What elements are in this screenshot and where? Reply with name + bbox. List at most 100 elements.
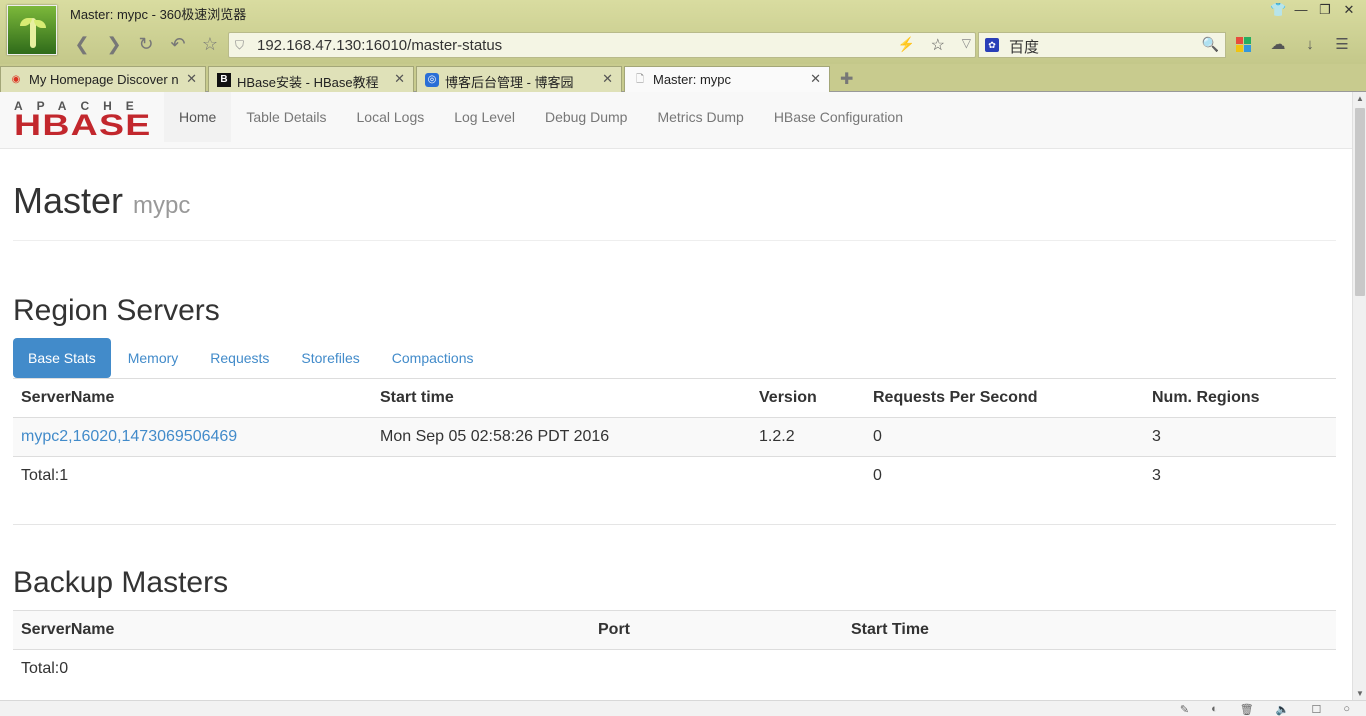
close-tab-icon[interactable]: ✕ <box>186 71 197 87</box>
column-header: Start Time <box>843 610 1336 650</box>
close-tab-icon[interactable]: ✕ <box>394 71 405 87</box>
cell-version: 1.2.2 <box>751 417 865 457</box>
nav-table-details[interactable]: Table Details <box>231 92 341 142</box>
back-button[interactable]: ❮ <box>70 33 94 57</box>
address-bar[interactable]: ⛉ 192.168.47.130:16010/master-status ⚡ ☆… <box>228 32 976 58</box>
search-box[interactable]: ✿ 百度 🔍 <box>978 32 1226 58</box>
trash-icon[interactable]: 🗑 <box>1240 703 1254 716</box>
close-window-button[interactable]: ✕ <box>1342 2 1356 18</box>
tab-master-mypc[interactable]: 🗋 Master: mypc ✕ <box>624 66 830 92</box>
apps-grid-icon[interactable] <box>1236 35 1256 55</box>
table-header-row: ServerName Port Start Time <box>13 610 1336 650</box>
zoom-icon[interactable]: ○ <box>1343 703 1350 716</box>
page-scrollbar[interactable]: ▲ ▼ <box>1352 92 1366 700</box>
download-icon[interactable]: ↓ <box>1300 35 1320 55</box>
region-servers-tabs: Base Stats Memory Requests Storefiles Co… <box>13 338 490 378</box>
favorites-button[interactable]: ☆ <box>198 33 222 57</box>
table-header-row: ServerName Start time Version Requests P… <box>13 378 1336 418</box>
backup-masters-table: ServerName Port Start Time Total:0 <box>13 610 1336 689</box>
nav-debug-dump[interactable]: Debug Dump <box>530 92 643 142</box>
tab-label: Master: mypc <box>653 72 732 87</box>
url-dropdown-icon[interactable]: ▽ <box>962 36 971 50</box>
tab-label: HBase安装 - HBase教程 <box>237 75 379 90</box>
baidu-icon: ✿ <box>985 38 999 52</box>
scroll-down-icon[interactable]: ▼ <box>1356 689 1364 698</box>
page-content: APACHE HBASE Home Table Details Local Lo… <box>0 92 1352 700</box>
tab-requests[interactable]: Requests <box>195 338 284 378</box>
total-label: Total:0 <box>13 649 590 689</box>
nav-home[interactable]: Home <box>164 92 232 142</box>
table-total-row: Total:0 <box>13 649 1336 689</box>
window-title: Master: mypc - 360极速浏览器 <box>70 7 247 22</box>
page-icon: 🗋 <box>635 74 645 85</box>
forward-button[interactable]: ❯ <box>102 33 126 57</box>
column-header: ServerName <box>13 378 372 418</box>
tab-storefiles[interactable]: Storefiles <box>286 338 374 378</box>
tab-my-homepage[interactable]: ◉ My Homepage Discover n ✕ <box>0 66 206 92</box>
column-header: Num. Regions <box>1144 378 1336 418</box>
url-text[interactable]: 192.168.47.130:16010/master-status <box>257 37 502 54</box>
hbase-navbar: APACHE HBASE Home Table Details Local Lo… <box>0 92 1352 149</box>
tab-memory[interactable]: Memory <box>113 338 194 378</box>
menu-icon[interactable]: ☰ <box>1332 35 1352 55</box>
volume-icon[interactable]: 🔈 <box>1276 703 1290 716</box>
scroll-thumb[interactable] <box>1355 108 1365 296</box>
accelerate-icon[interactable]: ◐ <box>1211 703 1218 716</box>
minimize-button[interactable]: — <box>1294 2 1308 18</box>
cell-rps: 0 <box>865 417 1144 457</box>
hbase-logo[interactable]: APACHE HBASE <box>14 99 150 141</box>
page-title: Master mypc <box>13 180 191 221</box>
total-regions: 3 <box>1144 456 1336 496</box>
nav-metrics-dump[interactable]: Metrics Dump <box>642 92 758 142</box>
nav-local-logs[interactable]: Local Logs <box>342 92 440 142</box>
backup-masters-heading: Backup Masters <box>13 566 229 599</box>
tab-bar: ◉ My Homepage Discover n ✕ B HBase安装 - H… <box>0 64 1366 92</box>
cloud-icon[interactable]: ☁ <box>1268 35 1288 55</box>
column-header: Port <box>590 610 843 650</box>
table-row: mypc2,16020,1473069506469 Mon Sep 05 02:… <box>13 417 1336 457</box>
tab-base-stats[interactable]: Base Stats <box>13 338 111 378</box>
total-rps: 0 <box>865 456 1144 496</box>
tool-icon[interactable]: ✎ <box>1180 703 1189 716</box>
security-shield-icon: ⛉ <box>235 38 245 52</box>
column-header: ServerName <box>13 610 590 650</box>
b-icon: B <box>217 73 231 87</box>
search-icon[interactable]: 🔍 <box>1202 36 1219 53</box>
tab-label: My Homepage Discover n <box>29 72 179 87</box>
column-header: Requests Per Second <box>865 378 1144 418</box>
speed-mode-icon[interactable]: ⚡ <box>898 36 915 53</box>
new-tab-button[interactable]: ✚ <box>840 69 853 89</box>
reload-button[interactable]: ↻ <box>134 33 158 57</box>
maximize-button[interactable]: ❐ <box>1318 2 1332 18</box>
tab-compactions[interactable]: Compactions <box>377 338 489 378</box>
nav-hbase-configuration[interactable]: HBase Configuration <box>759 92 918 142</box>
close-tab-icon[interactable]: ✕ <box>602 71 613 87</box>
cell-regions: 3 <box>1144 417 1336 457</box>
close-tab-icon[interactable]: ✕ <box>810 71 821 87</box>
bookmark-star-icon[interactable]: ☆ <box>931 35 945 55</box>
tab-hbase-install[interactable]: B HBase安装 - HBase教程 ✕ <box>208 66 414 92</box>
browser-statusbar: ✎ ◐ 🗑 🔈 ☐ ○ <box>0 700 1366 716</box>
table-total-row: Total:1 0 3 <box>13 456 1336 496</box>
tab-label: 博客后台管理 - 博客园 <box>445 75 574 90</box>
window-icon[interactable]: ☐ <box>1311 703 1321 716</box>
server-link[interactable]: mypc2,16020,1473069506469 <box>21 428 237 445</box>
divider <box>13 240 1336 241</box>
browser-titlebar: Master: mypc - 360极速浏览器 👕 — ❐ ✕ ❮ ❯ ↻ ↶ … <box>0 0 1366 64</box>
tab-cnblogs-admin[interactable]: ◎ 博客后台管理 - 博客园 ✕ <box>416 66 622 92</box>
browser-avatar-icon[interactable] <box>7 5 57 55</box>
cnblogs-icon: ◎ <box>425 73 439 87</box>
nav-log-level[interactable]: Log Level <box>439 92 530 142</box>
region-servers-table: ServerName Start time Version Requests P… <box>13 378 1336 496</box>
page-subtitle: mypc <box>133 192 191 219</box>
skin-icon[interactable]: 👕 <box>1270 2 1286 18</box>
column-header: Start time <box>372 378 751 418</box>
total-label: Total:1 <box>13 456 372 496</box>
cell-start-time: Mon Sep 05 02:58:26 PDT 2016 <box>372 417 751 457</box>
scroll-up-icon[interactable]: ▲ <box>1356 94 1364 103</box>
region-servers-heading: Region Servers <box>13 294 220 327</box>
weibo-icon: ◉ <box>11 74 21 85</box>
search-engine-label: 百度 <box>1009 39 1040 56</box>
undo-close-button[interactable]: ↶ <box>166 33 190 57</box>
divider <box>13 524 1336 525</box>
